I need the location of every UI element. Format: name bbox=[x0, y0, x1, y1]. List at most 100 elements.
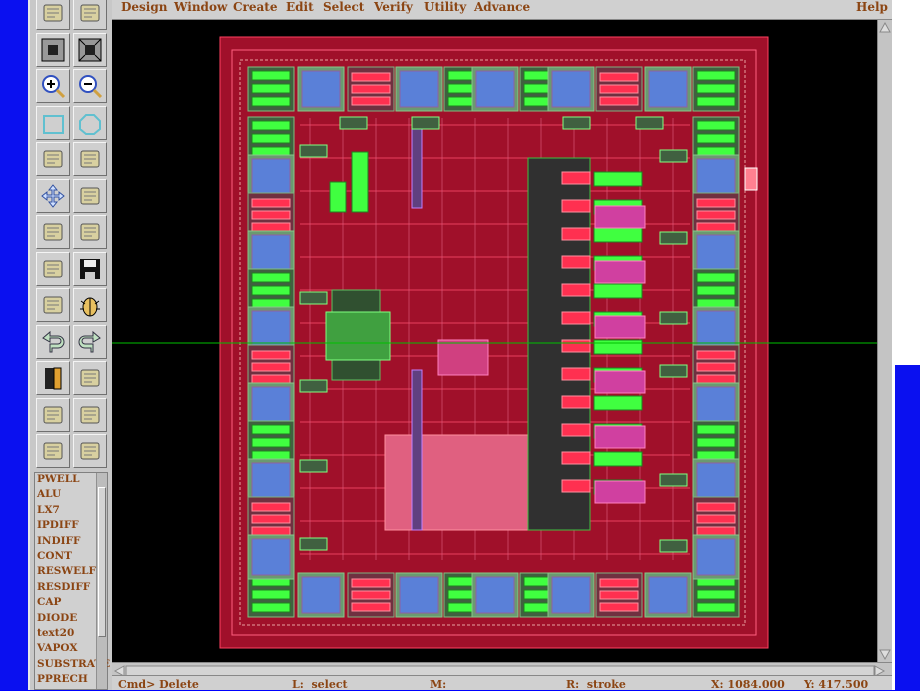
menu-help[interactable]: Help bbox=[856, 0, 888, 14]
contact-row bbox=[561, 199, 591, 213]
menu-bar: Design Window Create Edit Select Verify … bbox=[112, 0, 892, 20]
debug-bug-button[interactable] bbox=[73, 288, 107, 322]
transistor bbox=[351, 151, 369, 213]
move-icon bbox=[41, 183, 65, 208]
exit-door-button[interactable] bbox=[36, 361, 70, 395]
via-cell bbox=[635, 116, 664, 130]
via-cell bbox=[659, 539, 688, 553]
chip-layout[interactable] bbox=[112, 20, 877, 662]
pad-metal bbox=[696, 386, 736, 424]
create-polygon-button[interactable] bbox=[73, 105, 107, 140]
menu-advance[interactable]: Advance bbox=[474, 0, 530, 14]
pad-metal bbox=[301, 70, 341, 108]
menu-window[interactable]: Window bbox=[174, 0, 227, 14]
create-wire-button[interactable] bbox=[36, 142, 70, 176]
create-rectangle-button[interactable] bbox=[36, 105, 70, 140]
save-button[interactable] bbox=[73, 251, 107, 286]
nwell-array bbox=[594, 480, 646, 504]
diffusion bbox=[696, 120, 736, 131]
nwell-array bbox=[594, 425, 646, 449]
nwell-array bbox=[594, 315, 646, 339]
stack-button[interactable] bbox=[73, 397, 107, 432]
zoom-in-button[interactable] bbox=[36, 69, 70, 103]
scroll-down-arrow-icon[interactable] bbox=[879, 649, 891, 661]
menu-create[interactable]: Create bbox=[233, 0, 277, 14]
layer-scrollbar[interactable] bbox=[96, 473, 107, 689]
delete-button[interactable] bbox=[73, 215, 107, 249]
scroll-up-arrow-icon[interactable] bbox=[879, 21, 891, 33]
stretch-button[interactable] bbox=[73, 178, 107, 213]
resistor bbox=[351, 84, 391, 94]
resistor bbox=[599, 72, 639, 82]
layout-canvas[interactable] bbox=[112, 20, 877, 662]
contact-row bbox=[561, 171, 591, 185]
menu-design[interactable]: Design bbox=[121, 0, 167, 14]
via-cell bbox=[411, 116, 440, 130]
pen-button[interactable] bbox=[36, 397, 70, 432]
ruler-button[interactable] bbox=[73, 361, 107, 395]
clear-ruler-button[interactable] bbox=[73, 434, 107, 468]
zoom-fit-all-button[interactable] bbox=[73, 32, 107, 67]
nwell-array bbox=[594, 260, 646, 284]
diffusion bbox=[251, 285, 291, 296]
copy-button[interactable] bbox=[36, 215, 70, 249]
resistor bbox=[696, 222, 736, 232]
diffusion bbox=[696, 96, 736, 107]
zoom-out-button[interactable] bbox=[73, 69, 107, 103]
pad-metal bbox=[399, 70, 439, 108]
resistor bbox=[696, 526, 736, 536]
status-bar: Cmd> Delete L: select M: R: stroke X: 10… bbox=[112, 675, 892, 691]
chip-icon bbox=[43, 260, 63, 277]
move-button[interactable] bbox=[36, 178, 70, 213]
resistor-array bbox=[437, 339, 489, 376]
via-cell bbox=[659, 311, 688, 325]
create-instance-icon bbox=[80, 150, 100, 168]
copy-icon bbox=[43, 223, 63, 241]
status-y-coordinate: Y: 417.500 bbox=[804, 678, 869, 691]
layer-scrollbar-thumb[interactable] bbox=[98, 487, 106, 637]
probe-button[interactable] bbox=[36, 288, 70, 322]
contact-row bbox=[561, 367, 591, 381]
layer-palette: PWELL ALU LX7 IPDIFF INDIFF CONT RESWELF RESDIF… bbox=[34, 472, 110, 690]
vertical-scrollbar[interactable] bbox=[877, 20, 892, 662]
create-instance-button[interactable] bbox=[73, 142, 107, 176]
pad-metal bbox=[251, 538, 291, 576]
edit-properties-button[interactable] bbox=[73, 0, 107, 30]
diffusion bbox=[251, 120, 291, 131]
clear-ruler-icon bbox=[80, 442, 100, 460]
desktop-background-right-blue bbox=[895, 365, 920, 690]
diffusion bbox=[251, 602, 291, 613]
chip-button[interactable] bbox=[36, 251, 70, 286]
menu-edit[interactable]: Edit bbox=[286, 0, 314, 14]
transistor-row bbox=[593, 451, 643, 467]
resistor bbox=[696, 350, 736, 360]
resistor bbox=[251, 350, 291, 360]
pad-metal bbox=[551, 70, 591, 108]
resistor bbox=[351, 72, 391, 82]
diffusion bbox=[251, 589, 291, 600]
create-path-button[interactable] bbox=[36, 0, 70, 30]
pad-metal bbox=[301, 576, 341, 614]
resistor bbox=[599, 96, 639, 106]
measure-ruler-button[interactable] bbox=[36, 434, 70, 468]
resistor bbox=[351, 578, 391, 588]
undo-button[interactable] bbox=[36, 324, 70, 359]
resistor bbox=[351, 602, 391, 612]
horizontal-scrollbar[interactable] bbox=[112, 662, 892, 677]
contact-row bbox=[561, 255, 591, 269]
contact-row bbox=[561, 283, 591, 297]
menu-verify[interactable]: Verify bbox=[374, 0, 413, 14]
zoom-fit-all-icon bbox=[78, 38, 102, 61]
via-cell bbox=[339, 116, 368, 130]
tool-panel: PWELL ALU LX7 IPDIFF INDIFF CONT RESWELF RESDIF… bbox=[28, 0, 112, 690]
capacitor-block bbox=[384, 434, 531, 531]
create-polygon-icon bbox=[79, 113, 101, 135]
menu-select[interactable]: Select bbox=[323, 0, 364, 14]
pad-metal bbox=[696, 538, 736, 576]
pad-metal bbox=[648, 70, 688, 108]
menu-utility[interactable]: Utility bbox=[424, 0, 466, 14]
zoom-fit-button[interactable] bbox=[36, 32, 70, 67]
analog-core bbox=[325, 311, 391, 361]
redo-button[interactable] bbox=[73, 324, 107, 359]
stack-icon bbox=[80, 406, 100, 423]
